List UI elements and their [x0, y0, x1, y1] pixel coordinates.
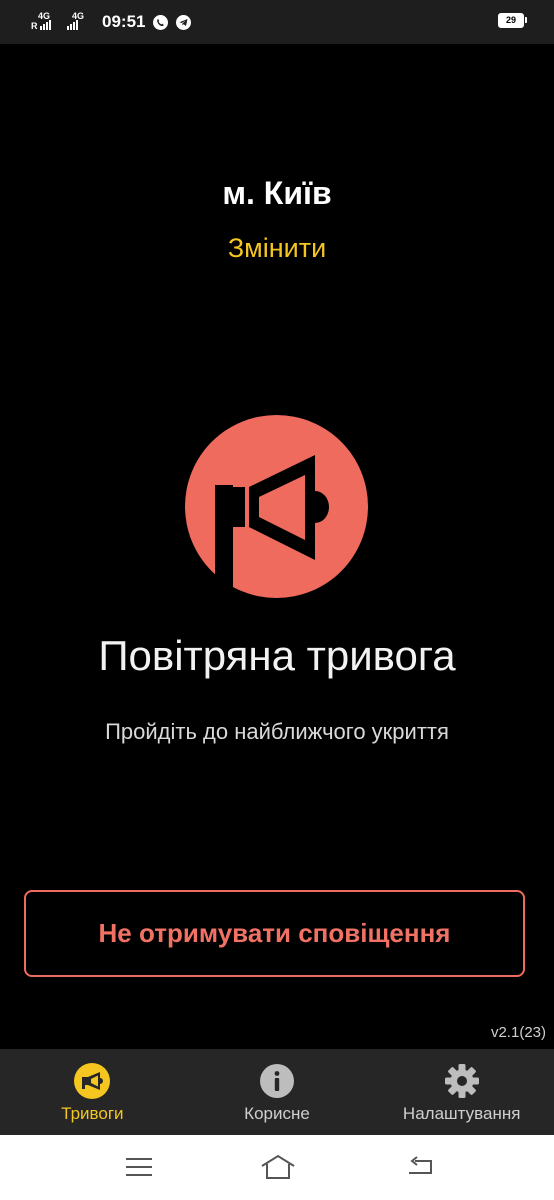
home-icon[interactable]	[260, 1153, 296, 1181]
bottom-tab-bar: Тривоги Корисне Налаштування	[0, 1049, 554, 1135]
tab-settings-label: Налаштування	[402, 1104, 521, 1123]
gear-icon	[444, 1064, 479, 1098]
status-right: 29	[498, 13, 527, 28]
alert-title: Повітряна тривога	[98, 632, 456, 679]
back-icon[interactable]	[405, 1153, 437, 1181]
menu-icon[interactable]	[123, 1153, 155, 1181]
status-bar: 4G R 4G 09:51 29	[0, 0, 554, 44]
tab-useful-label: Корисне	[244, 1104, 310, 1123]
roaming-indicator: R	[31, 21, 38, 31]
tab-alerts-label: Тривоги	[61, 1104, 124, 1123]
telegram-icon	[176, 14, 192, 30]
signal-icon-sim1: 4G R	[30, 11, 64, 33]
city-name: м. Київ	[222, 175, 332, 211]
clock: 09:51	[102, 12, 146, 31]
viber-icon	[153, 14, 169, 30]
system-nav-bar	[0, 1135, 554, 1200]
tab-alerts[interactable]: Тривоги	[0, 1049, 185, 1135]
mute-notifications-button[interactable]: Не отримувати сповіщення	[24, 890, 525, 977]
signal-icon-sim2: 4G	[64, 11, 98, 33]
info-icon	[260, 1064, 294, 1098]
app-version: v2.1(23)	[490, 1024, 546, 1041]
status-left: 4G R 4G 09:51	[30, 11, 192, 33]
change-city-link[interactable]: Змінити	[0, 233, 554, 264]
alert-subtitle: Пройдіть до найближчого укриття	[105, 719, 449, 744]
tab-useful[interactable]: Корисне	[185, 1049, 370, 1135]
megaphone-icon	[74, 1063, 111, 1099]
tab-settings[interactable]: Налаштування	[369, 1049, 554, 1135]
megaphone-icon	[185, 415, 368, 598]
battery-icon: 29	[498, 13, 527, 28]
